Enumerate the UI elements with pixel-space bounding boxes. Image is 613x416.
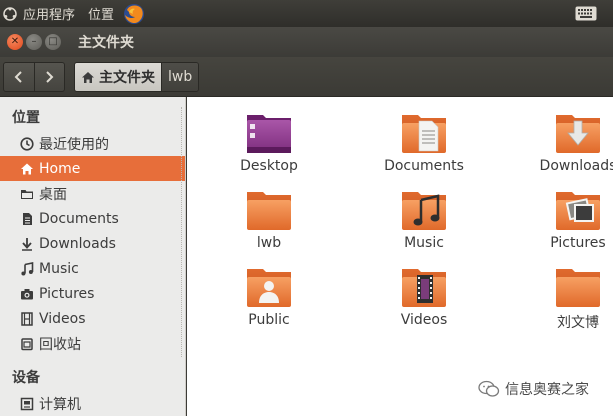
minimize-icon: – [31,36,37,47]
music-icon [21,261,34,275]
folder-icon [556,269,600,307]
minimize-button[interactable]: – [26,34,42,50]
file-label: lwb [256,235,282,251]
file-label: 刘文博 [557,315,599,331]
close-button[interactable]: ✕ [7,34,23,50]
home-icon [82,71,94,83]
sidebar-item-home[interactable]: Home [0,156,185,181]
sidebar-header-devices: 设备 [12,370,40,386]
file-label: Documents [384,158,464,174]
sidebar-item-documents[interactable]: Documents [0,206,185,231]
watermark: 信息奥赛之家 [478,379,589,399]
breadcrumb-lwb[interactable]: lwb [161,63,199,91]
file-label: Public [248,312,290,328]
sidebar-item-label: Pictures [39,285,95,302]
documents-folder-icon [402,115,446,153]
file-item-lwb[interactable]: lwb [219,188,319,251]
sidebar-item-label: 回收站 [39,336,81,353]
back-button[interactable] [4,63,34,91]
sidebar-item-label: 桌面 [39,186,67,203]
music-folder-icon [402,192,446,230]
videos-folder-icon [402,269,446,307]
close-icon: ✕ [10,36,20,47]
file-item-desktop[interactable]: Desktop [219,111,319,174]
file-grid: Desktop Documents Downloads lwb Music Pi… [187,97,613,416]
downloads-folder-icon [556,115,600,153]
chevron-left-icon [14,71,22,83]
sidebar-item-pictures[interactable]: Pictures [0,281,185,306]
camera-icon [21,288,33,299]
download-icon [22,237,32,251]
film-icon [21,311,33,326]
file-item-documents[interactable]: Documents [374,111,474,174]
sidebar-item-label: 最近使用的 [39,136,109,153]
sidebar-item-desktop[interactable]: 桌面 [0,181,185,206]
sidebar-item-label: 计算机 [39,396,81,413]
file-item-pictures[interactable]: Pictures [528,188,613,251]
chevron-right-icon [46,71,54,83]
forward-button[interactable] [33,63,65,91]
file-item-music[interactable]: Music [374,188,474,251]
file-label: Downloads [539,158,613,174]
sidebar-item-label: Downloads [39,235,116,252]
file-label: Music [404,235,444,251]
file-item-downloads[interactable]: Downloads [528,111,613,174]
history-nav [3,62,65,92]
desktop-folder-icon [247,115,291,153]
sidebar-item-music[interactable]: Music [0,256,185,281]
pictures-folder-icon [556,192,600,230]
file-item-videos[interactable]: Videos [374,265,474,328]
document-icon [23,212,32,225]
breadcrumb-home-label: 主文件夹 [99,70,155,86]
file-item-liuwenbo[interactable]: 刘文博 [528,265,613,332]
firefox-icon[interactable] [123,3,145,25]
sidebar-item-label: Videos [39,310,86,327]
computer-icon [20,397,34,410]
file-label: Desktop [240,158,298,174]
file-item-public[interactable]: Public [219,265,319,328]
wechat-icon [478,380,500,397]
sidebar-item-trash[interactable]: 回收站 [0,331,185,356]
file-label: Videos [400,312,448,328]
public-folder-icon [247,269,291,307]
menu-applications[interactable]: 应用程序 [23,4,75,23]
sidebar-item-label: Home [39,160,81,177]
folder-icon [247,192,291,230]
sidebar-item-label: Documents [39,210,119,227]
window-title-bar: ✕ – □ 主文件夹 [0,27,613,57]
sidebar-item-downloads[interactable]: Downloads [0,231,185,256]
top-panel: 应用程序 位置 [0,0,613,27]
sidebar-item-recent[interactable]: 最近使用的 [0,131,185,156]
folder-icon [21,189,33,199]
trash-icon [21,337,33,350]
ubuntu-logo-icon[interactable] [3,6,17,21]
file-label: Pictures [550,235,606,251]
toolbar: 主文件夹 lwb [0,57,613,97]
maximize-icon: □ [48,36,58,47]
sidebar-item-videos[interactable]: Videos [0,306,185,331]
breadcrumb: 主文件夹 lwb [74,62,200,92]
sidebar-header-places: 位置 [12,110,40,126]
sidebar-scrollbar[interactable] [181,107,184,357]
maximize-button[interactable]: □ [45,34,61,50]
clock-icon [20,136,34,151]
window-title: 主文件夹 [78,35,134,51]
breadcrumb-lwb-label: lwb [168,69,193,85]
breadcrumb-home[interactable]: 主文件夹 [75,63,161,91]
sidebar-item-computer[interactable]: 计算机 [0,391,185,416]
sidebar-item-label: Music [39,260,79,277]
sidebar: 位置 最近使用的 Home 桌面 Documents Downloads Mus… [0,97,186,416]
watermark-text: 信息奥赛之家 [505,382,589,398]
menu-places[interactable]: 位置 [88,4,114,23]
keyboard-icon[interactable] [575,6,597,21]
home-icon [21,163,33,174]
